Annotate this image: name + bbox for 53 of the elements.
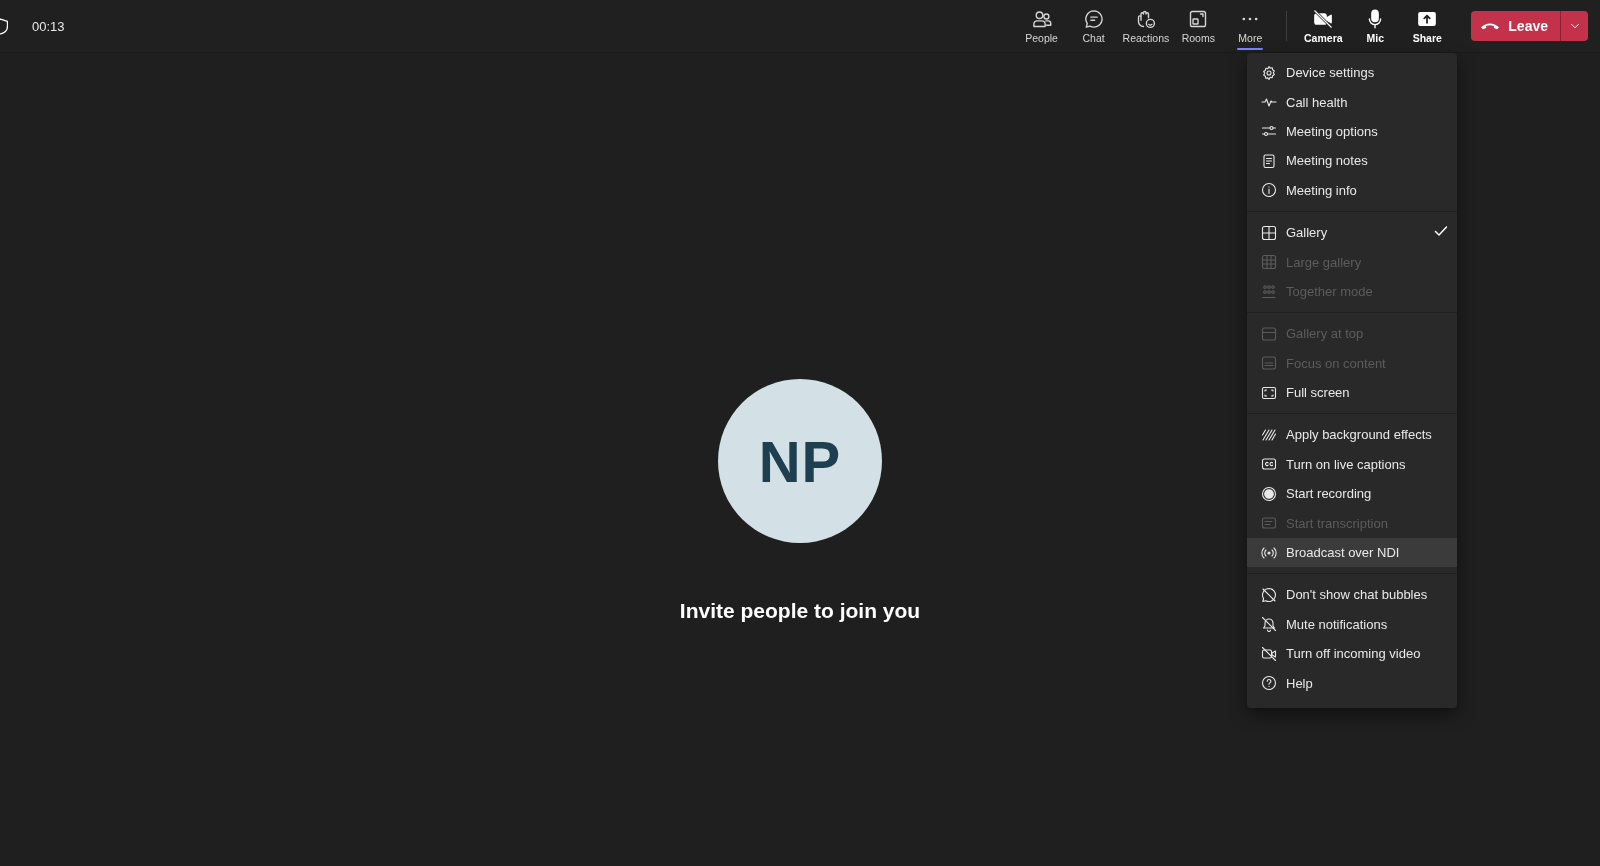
captions-icon bbox=[1261, 456, 1277, 473]
shield-icon bbox=[0, 17, 8, 35]
transcript-icon bbox=[1261, 515, 1277, 532]
menu-item[interactable]: Don't show chat bubbles bbox=[1247, 580, 1457, 610]
menu-item[interactable]: Gallery bbox=[1247, 217, 1457, 248]
help-icon bbox=[1261, 675, 1277, 692]
avatar: NP bbox=[718, 379, 882, 543]
control-button[interactable]: Camera bbox=[1298, 0, 1349, 52]
menu-item[interactable]: Turn off incoming video bbox=[1247, 639, 1457, 669]
control-button[interactable]: Mic bbox=[1350, 0, 1401, 52]
fullscreen-icon bbox=[1261, 384, 1277, 401]
menu-item[interactable]: Broadcast over NDI bbox=[1247, 537, 1457, 568]
control-button[interactable]: Share bbox=[1402, 0, 1453, 52]
more-icon bbox=[1242, 16, 1259, 21]
bell-off-icon bbox=[1261, 616, 1277, 633]
menu-item[interactable]: Turn on live captions bbox=[1247, 449, 1457, 480]
camera-off-icon bbox=[1313, 8, 1334, 29]
toolbar-button[interactable]: Reactions bbox=[1120, 0, 1172, 52]
menu-item[interactable]: Call health bbox=[1247, 87, 1457, 117]
leave-button[interactable]: Leave bbox=[1471, 11, 1560, 41]
layout-content-icon bbox=[1261, 355, 1277, 372]
menu-item[interactable]: Device settings bbox=[1247, 58, 1457, 88]
grid-icon bbox=[1261, 224, 1277, 241]
phone-icon bbox=[1481, 22, 1500, 30]
large-grid-icon bbox=[1261, 254, 1277, 271]
gear-icon bbox=[1261, 64, 1277, 81]
hatched-icon bbox=[1261, 427, 1277, 443]
toolbar-button[interactable]: Rooms bbox=[1173, 0, 1224, 52]
group-icon bbox=[1261, 283, 1277, 300]
info-icon bbox=[1261, 182, 1277, 199]
toolbar-button[interactable]: Chat bbox=[1068, 0, 1119, 52]
invite-message: Invite people to join you bbox=[679, 599, 921, 623]
chat-off-icon bbox=[1261, 586, 1277, 603]
menu-item[interactable]: Meeting options bbox=[1247, 116, 1457, 147]
menu-item[interactable]: Apply background effects bbox=[1247, 420, 1457, 450]
layout-top-icon bbox=[1261, 325, 1277, 342]
chat-icon bbox=[1083, 8, 1104, 29]
menu-item[interactable]: Meeting info bbox=[1247, 175, 1457, 205]
notes-icon bbox=[1261, 152, 1277, 169]
record-icon bbox=[1261, 485, 1277, 502]
menu-item[interactable]: Start recording bbox=[1247, 479, 1457, 509]
people-icon bbox=[1031, 8, 1052, 29]
rooms-icon bbox=[1188, 8, 1209, 29]
toolbar-button[interactable]: People bbox=[1016, 0, 1067, 52]
call-timer: 00:13 bbox=[32, 18, 65, 34]
menu-item[interactable]: Mute notifications bbox=[1247, 609, 1457, 640]
video-off-icon bbox=[1261, 645, 1277, 662]
leave-options-button[interactable] bbox=[1560, 11, 1588, 41]
menu-item[interactable]: Help bbox=[1247, 668, 1457, 698]
menu-item[interactable]: Meeting notes bbox=[1247, 146, 1457, 176]
menu-item[interactable]: Full screen bbox=[1247, 377, 1457, 408]
toolbar-button[interactable]: More bbox=[1225, 0, 1276, 52]
hand-smiley-icon bbox=[1135, 8, 1156, 29]
